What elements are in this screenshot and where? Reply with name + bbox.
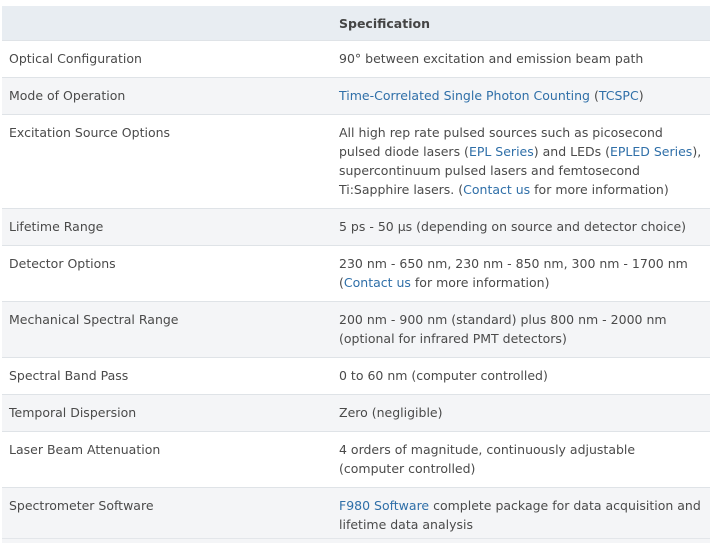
spec-label: Excitation Source Options — [2, 115, 332, 209]
spec-value-text: Zero (negligible) — [339, 405, 443, 420]
spec-link[interactable]: Contact us — [344, 275, 411, 290]
table-row: Mechanical Spectral Range200 nm - 900 nm… — [2, 302, 710, 358]
spec-value: 90° between excitation and emission beam… — [332, 41, 710, 78]
table-row: Optical Configuration 90° between excitat… — [2, 41, 710, 78]
specification-table: Specification Optical Configuration 90° b… — [2, 6, 710, 543]
spec-value: Zero (negligible) — [332, 395, 710, 432]
table-row: Temporal Dispersion Zero (negligible) — [2, 395, 710, 432]
spec-label: Mode of Operation — [2, 78, 332, 115]
table-row: Mode of OperationTime-Correlated Single … — [2, 78, 710, 115]
spec-value-text: ( — [590, 88, 599, 103]
spec-label: Detector Options — [2, 246, 332, 302]
spec-value: 4 orders of magnitude, continuously adju… — [332, 432, 710, 488]
table-header-row: Specification — [2, 6, 710, 41]
spec-value-text: 200 nm - 900 nm (standard) plus 800 nm -… — [339, 312, 667, 346]
spec-value-text: for more information) — [411, 275, 550, 290]
spec-link[interactable]: Contact us — [463, 182, 530, 197]
table-row: Excitation Source OptionsAll high rep ra… — [2, 115, 710, 209]
spec-label: Lifetime Range — [2, 209, 332, 246]
spec-link[interactable]: F980 Software — [339, 498, 429, 513]
spec-value: 200 nm - 900 nm (standard) plus 800 nm -… — [332, 302, 710, 358]
spec-value: 5 ps - 50 µs (depending on source and de… — [332, 209, 710, 246]
spec-value: Time-Correlated Single Photon Counting (… — [332, 78, 710, 115]
spec-value-text: for more information) — [530, 182, 669, 197]
spec-label: Optical Configuration — [2, 41, 332, 78]
spec-value: All high rep rate pulsed sources such as… — [332, 115, 710, 209]
spec-value: F980 Software complete package for data … — [332, 488, 710, 543]
spec-value-text: ) — [639, 88, 644, 103]
table-row: Spectral Band Pass 0 to 60 nm (computer c… — [2, 358, 710, 395]
spec-label: Spectrometer Software — [2, 488, 332, 543]
table-bottom-divider — [2, 538, 710, 539]
spec-value-text: 90° between excitation and emission beam… — [339, 51, 643, 66]
table-row: Detector Options230 nm - 650 nm, 230 nm … — [2, 246, 710, 302]
spec-label: Spectral Band Pass — [2, 358, 332, 395]
spec-value-text: ) and LEDs ( — [534, 144, 610, 159]
table-body: Optical Configuration 90° between excitat… — [2, 41, 710, 543]
table-row: Lifetime Range 5 ps - 50 µs (depending on… — [2, 209, 710, 246]
spec-link[interactable]: TCSPC — [599, 88, 639, 103]
spec-link[interactable]: Time-Correlated Single Photon Counting — [339, 88, 590, 103]
table-row: Laser Beam Attenuation4 orders of magnit… — [2, 432, 710, 488]
spec-label: Temporal Dispersion — [2, 395, 332, 432]
spec-label: Laser Beam Attenuation — [2, 432, 332, 488]
spec-value: 230 nm - 650 nm, 230 nm - 850 nm, 300 nm… — [332, 246, 710, 302]
spec-value: 0 to 60 nm (computer controlled) — [332, 358, 710, 395]
spec-value-text: 4 orders of magnitude, continuously adju… — [339, 442, 635, 476]
spec-value-text: 0 to 60 nm (computer controlled) — [339, 368, 548, 383]
spec-link[interactable]: EPLED Series — [610, 144, 692, 159]
header-empty-cell — [2, 6, 332, 41]
spec-label: Mechanical Spectral Range — [2, 302, 332, 358]
spec-link[interactable]: EPL Series — [469, 144, 534, 159]
spec-value-text: 5 ps - 50 µs (depending on source and de… — [339, 219, 686, 234]
header-specification: Specification — [332, 6, 710, 41]
table-row: Spectrometer SoftwareF980 Software compl… — [2, 488, 710, 543]
